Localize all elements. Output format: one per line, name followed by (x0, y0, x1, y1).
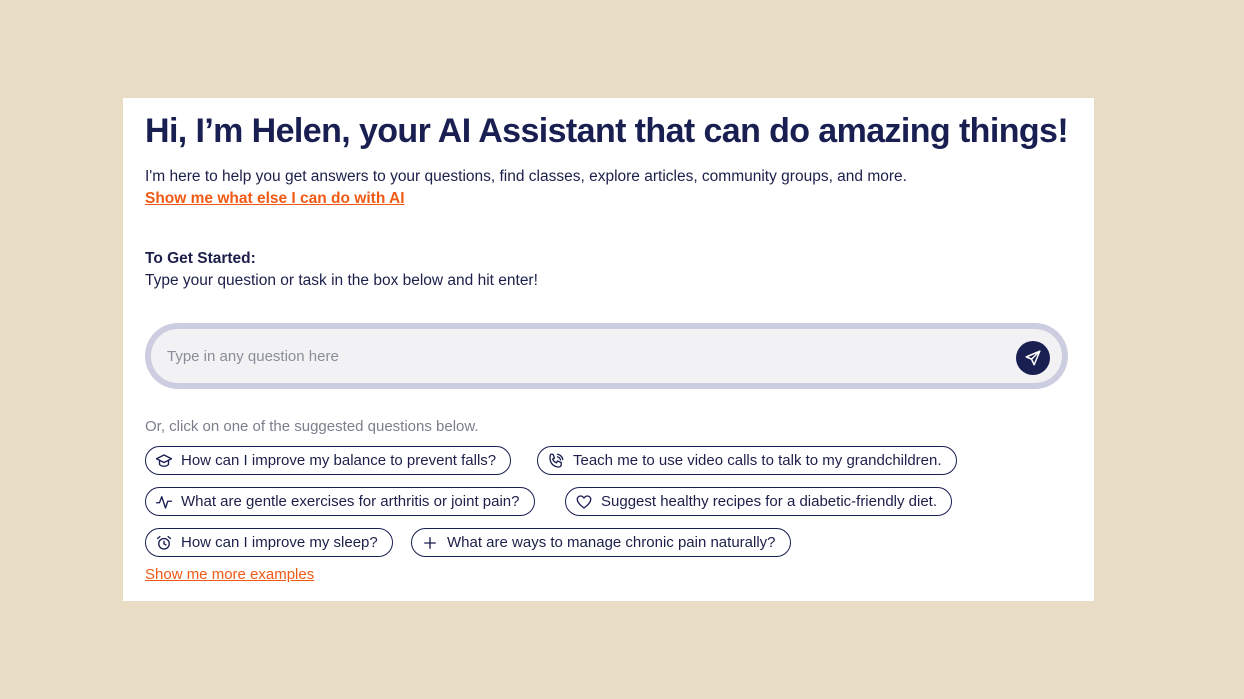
suggestions-label: Or, click on one of the suggested questi… (145, 418, 479, 435)
suggestion-label: How can I improve my sleep? (181, 534, 378, 551)
getting-started-heading: To Get Started: (145, 250, 256, 267)
suggestion-label: Teach me to use video calls to talk to m… (573, 452, 942, 469)
suggestion-chip-chronic-pain[interactable]: What are ways to manage chronic pain nat… (411, 528, 791, 557)
search-box (145, 323, 1068, 389)
assistant-card: Hi, I’m Helen, your AI Assistant that ca… (123, 98, 1094, 601)
getting-started-text: Type your question or task in the box be… (145, 272, 538, 289)
phone-icon (547, 452, 565, 470)
suggestion-chip-balance[interactable]: How can I improve my balance to prevent … (145, 446, 512, 475)
send-button[interactable] (1016, 341, 1050, 375)
plus-icon (421, 534, 439, 552)
suggestion-chip-sleep[interactable]: How can I improve my sleep? (145, 528, 393, 557)
heart-icon (575, 493, 593, 511)
intro-text: I'm here to help you get answers to your… (145, 168, 907, 185)
suggestion-label: What are ways to manage chronic pain nat… (447, 534, 776, 551)
suggestion-chip-recipes[interactable]: Suggest healthy recipes for a diabetic-f… (565, 487, 953, 516)
send-icon (1024, 349, 1042, 367)
suggestion-label: What are gentle exercises for arthritis … (181, 493, 520, 510)
show-more-examples-link[interactable]: Show me more examples (145, 566, 314, 583)
suggestion-label: How can I improve my balance to prevent … (181, 452, 497, 469)
suggestion-chip-arthritis[interactable]: What are gentle exercises for arthritis … (145, 487, 535, 516)
graduation-cap-icon (155, 452, 173, 470)
alarm-clock-icon (155, 534, 173, 552)
search-field-container (151, 329, 1062, 383)
suggestion-chip-video-calls[interactable]: Teach me to use video calls to talk to m… (537, 446, 957, 475)
suggestion-label: Suggest healthy recipes for a diabetic-f… (601, 493, 938, 510)
page-title: Hi, I’m Helen, your AI Assistant that ca… (145, 112, 1069, 150)
show-ai-capabilities-link[interactable]: Show me what else I can do with AI (145, 190, 405, 208)
pulse-icon (155, 493, 173, 511)
question-input[interactable] (167, 329, 987, 383)
